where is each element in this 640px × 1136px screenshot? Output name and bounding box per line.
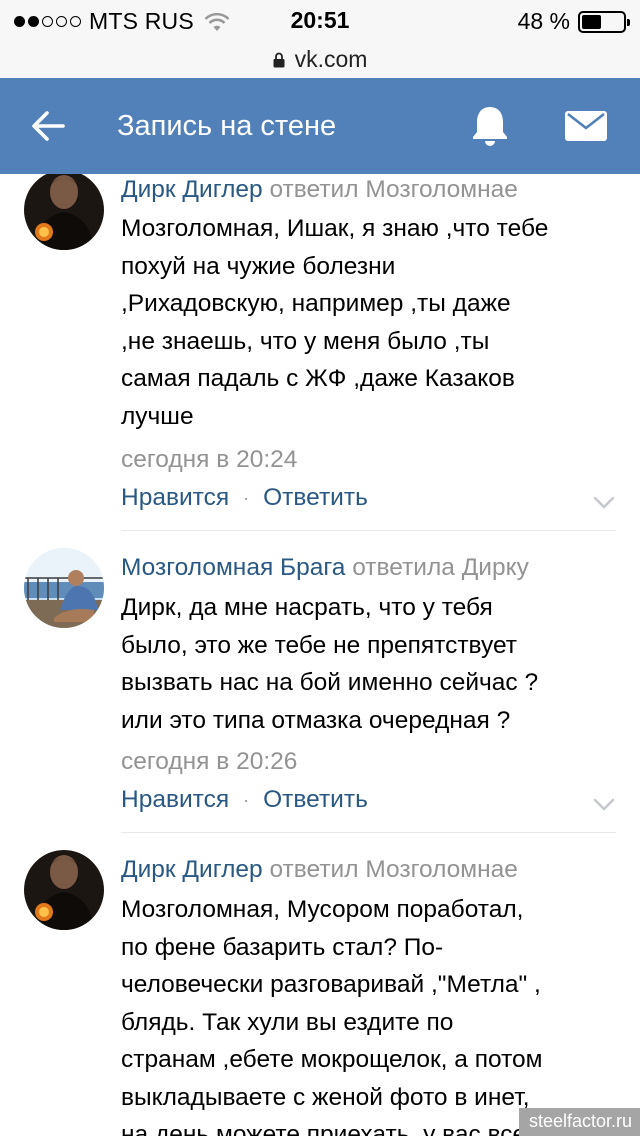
comment-header: Дирк Диглер ответил Мозголомнае: [121, 176, 518, 204]
comment-text-line: Мозголомная, Мусором поработал,: [121, 896, 524, 923]
url-text: vk.com: [294, 45, 368, 72]
separator-dot: ·: [243, 487, 250, 508]
comment-text: Дирк, да мне насрать, что у тебя было, э…: [121, 589, 621, 739]
avatar[interactable]: [24, 548, 104, 628]
comment-header: Дирк Диглер ответил Мозголомнае: [121, 856, 518, 884]
battery-cap: [627, 18, 630, 26]
envelope-icon[interactable]: [565, 111, 607, 141]
comment-text-line: лучше: [121, 402, 194, 430]
comment-text-line: похуй на чужие болезни: [121, 252, 396, 280]
comment-time[interactable]: сегодня в 20:24: [121, 446, 297, 474]
comment-text-line: по фене базарить стал? По-: [121, 933, 444, 961]
divider: [121, 530, 616, 531]
comment-header: Мозголомная Брага ответила Дирку: [121, 554, 529, 582]
app-header: Запись на стене: [0, 78, 640, 174]
chevron-down-icon[interactable]: [593, 798, 615, 812]
reply-button[interactable]: Ответить: [263, 484, 368, 512]
chevron-down-icon[interactable]: [593, 496, 615, 510]
comment-text-line: было, это же тебе не препятствует: [121, 631, 518, 659]
status-right: 48 %: [517, 8, 630, 35]
page-title: Запись на стене: [117, 110, 337, 142]
battery-fill: [582, 14, 602, 29]
comment-text-line: вызвать нас на бой именно сейчас ?: [121, 669, 539, 696]
url-bar[interactable]: vk.com: [0, 40, 640, 78]
arrow-left-icon[interactable]: [30, 108, 66, 144]
comment-text-line: или это типа отмазка очередная ?: [121, 706, 511, 734]
watermark: steelfactor.ru: [518, 1108, 640, 1136]
comment-text-line: Мозголомная, Ишак, я знаю ,что тебе: [121, 215, 549, 242]
like-button[interactable]: Нравится: [121, 786, 229, 814]
lock-icon: [273, 52, 285, 68]
comment-text: Мозголомная, Ишак, я знаю ,что тебе поху…: [121, 210, 621, 435]
comment-time[interactable]: сегодня в 20:26: [121, 748, 297, 776]
battery-percent: 48 %: [517, 8, 570, 34]
battery-icon: [578, 10, 630, 33]
bell-icon[interactable]: [470, 105, 510, 147]
divider: [121, 832, 616, 833]
reply-to[interactable]: ответил Мозголомнае: [269, 856, 517, 883]
author-name[interactable]: Дирк Диглер: [121, 176, 263, 203]
comment-text-line: человечески разговаривай ,"Метла" ,: [121, 971, 541, 998]
comment-text-line: ,Рихадовскую, например ,ты даже: [121, 290, 511, 317]
reply-to[interactable]: ответил Мозголомнае: [269, 176, 517, 203]
reply-button[interactable]: Ответить: [263, 786, 368, 814]
comment-actions: Нравится · Ответить: [121, 786, 368, 814]
author-name[interactable]: Дирк Диглер: [121, 856, 263, 883]
comment-text-line: Дирк, да мне насрать, что у тебя: [121, 594, 493, 621]
comments-feed[interactable]: Дирк Диглер ответил Мозголомнае Мозголом…: [0, 174, 640, 1136]
comment-text: Мозголомная, Мусором поработал, по фене …: [121, 891, 621, 1136]
separator-dot: ·: [243, 789, 250, 810]
comment-actions: Нравится · Ответить: [121, 484, 368, 512]
comment-text-line: самая падаль с ЖФ ,даже Казаков: [121, 365, 515, 392]
comment-text-line: странам ,ебете мокрощелок, а потом: [121, 1046, 543, 1073]
like-button[interactable]: Нравится: [121, 484, 229, 512]
avatar[interactable]: [24, 850, 104, 930]
comment-text-line: блядь. Так хули вы ездите по: [121, 1008, 454, 1036]
status-bar: MTS RUS 20:51 48 %: [0, 0, 640, 40]
avatar[interactable]: [24, 174, 104, 250]
author-name[interactable]: Мозголомная Брага: [121, 554, 345, 581]
reply-to[interactable]: ответила Дирку: [352, 554, 529, 581]
comment-text-line: ,не знаешь, что у меня было ,ты: [121, 327, 490, 355]
